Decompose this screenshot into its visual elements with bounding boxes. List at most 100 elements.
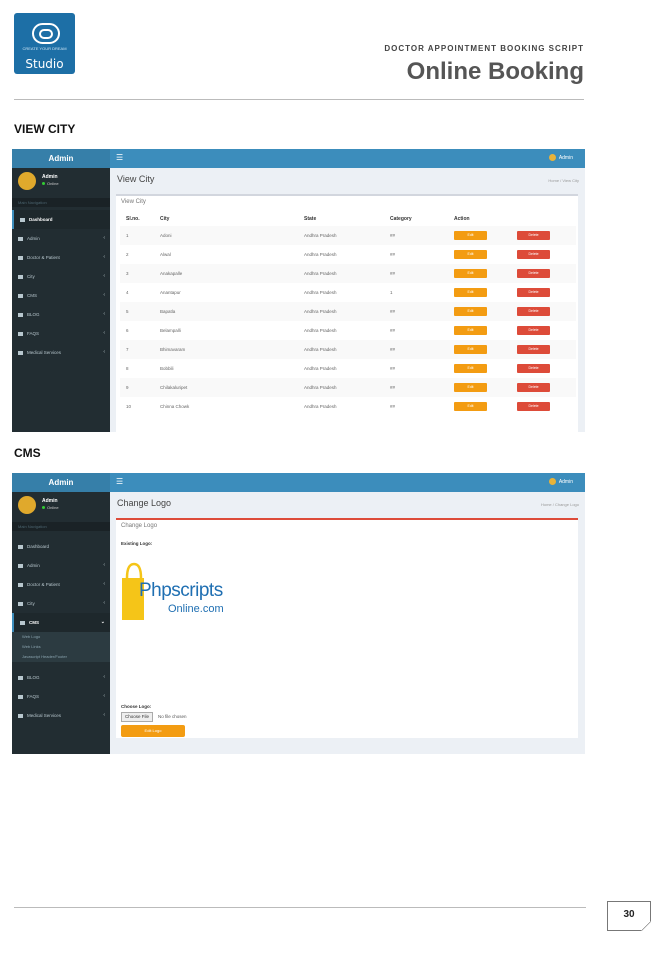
- chevron-left-icon: ‹: [103, 292, 105, 298]
- delete-button[interactable]: Delete: [517, 231, 550, 240]
- folder-icon: [18, 331, 23, 336]
- edit-button[interactable]: Edit: [454, 288, 487, 297]
- edit-button[interactable]: Edit: [454, 364, 487, 373]
- cell-category: ##: [390, 366, 396, 371]
- users-icon: [18, 563, 23, 568]
- sidebar-item-admin[interactable]: Admin ‹: [12, 229, 110, 248]
- edit-button[interactable]: Edit: [454, 307, 487, 316]
- delete-button[interactable]: Delete: [517, 269, 550, 278]
- sidebar-item-doctor-patient[interactable]: Doctor & Patient ‹: [12, 248, 110, 267]
- menu-toggle-icon[interactable]: ☰: [116, 153, 123, 162]
- existing-logo-label: Existing Logo:: [121, 541, 153, 546]
- sidebar-subitem-web-logo[interactable]: Web Logo: [12, 632, 110, 642]
- cell-slno: 2: [126, 252, 129, 257]
- avatar: [18, 172, 36, 190]
- cell-state: Andhra Pradesh: [304, 366, 337, 371]
- sidebar-item-cms[interactable]: CMS ‹: [12, 286, 110, 305]
- chevron-left-icon: ‹: [103, 581, 105, 587]
- nav-header: Main Navigation: [12, 198, 110, 207]
- edit-button[interactable]: Edit: [454, 383, 487, 392]
- folder-icon: [18, 694, 23, 699]
- sidebar-item-dashboard[interactable]: Dashboard: [12, 537, 110, 556]
- edit-button[interactable]: Edit: [454, 402, 487, 411]
- footer-divider: [14, 907, 586, 908]
- delete-button[interactable]: Delete: [517, 383, 550, 392]
- sidebar-item-medical-services[interactable]: Medical Services ‹: [12, 706, 110, 725]
- sidebar-subitem-javascript[interactable]: Javascript Header/Footer: [12, 652, 110, 662]
- sidebar-item-medical-services[interactable]: Medical Services ‹: [12, 343, 110, 362]
- table-header: Sl.no. City State Category Action: [120, 213, 576, 225]
- sidebar-item-doctor-patient[interactable]: Doctor & Patient ‹: [12, 575, 110, 594]
- chevron-left-icon: ‹: [103, 674, 105, 680]
- delete-button[interactable]: Delete: [517, 364, 550, 373]
- chevron-left-icon: ‹: [103, 273, 105, 279]
- cell-city: Chilakaluripet: [160, 385, 188, 390]
- cell-category: ##: [390, 271, 396, 276]
- cell-state: Andhra Pradesh: [304, 233, 337, 238]
- edit-button[interactable]: Edit: [454, 250, 487, 259]
- delete-button[interactable]: Delete: [517, 402, 550, 411]
- sidebar-user-panel: Admin Online: [12, 168, 110, 196]
- edit-button[interactable]: Edit: [454, 269, 487, 278]
- studio-logo: CREATE YOUR DREAM Studio: [14, 13, 75, 74]
- sidebar-item-city[interactable]: City ‹: [12, 594, 110, 613]
- city-table-box: View City Sl.no. City State Category Act…: [116, 194, 578, 432]
- cell-slno: 7: [126, 347, 129, 352]
- sidebar-item-faqs[interactable]: FAQS ‹: [12, 687, 110, 706]
- delete-button[interactable]: Delete: [517, 345, 550, 354]
- content-area: Change Logo Home / Change Logo Change Lo…: [110, 492, 585, 754]
- edit-button[interactable]: Edit: [454, 231, 487, 240]
- header-subtitle: DOCTOR APPOINTMENT BOOKING SCRIPT: [384, 44, 584, 53]
- chevron-left-icon: ‹: [103, 235, 105, 241]
- sidebar-item-faqs[interactable]: FAQS ‹: [12, 324, 110, 343]
- sidebar: Admin Online Main Navigation Dashboard A…: [12, 492, 110, 754]
- delete-button[interactable]: Delete: [517, 288, 550, 297]
- dashboard-icon: [18, 544, 23, 549]
- top-user-menu[interactable]: Admin: [548, 154, 573, 161]
- chevron-left-icon: ‹: [103, 600, 105, 606]
- logo-text: Studio: [25, 57, 64, 71]
- logo-tagline: CREATE YOUR DREAM: [22, 46, 67, 51]
- cell-slno: 8: [126, 366, 129, 371]
- sidebar-item-cms[interactable]: CMS ⌄: [12, 613, 110, 632]
- top-navbar: Admin ☰ Admin: [12, 149, 585, 168]
- edit-logo-button[interactable]: Edit Logo: [121, 725, 185, 737]
- delete-button[interactable]: Delete: [517, 326, 550, 335]
- change-logo-box: Change Logo Existing Logo: Phpscripts On…: [116, 518, 578, 738]
- sidebar-item-blog[interactable]: BLOG ‹: [12, 668, 110, 687]
- sidebar-item-city[interactable]: City ‹: [12, 267, 110, 286]
- table-row: 3 Anakapalle Andhra Pradesh ## Edit Delete: [120, 264, 576, 283]
- cell-slno: 4: [126, 290, 129, 295]
- breadcrumb[interactable]: Home / Change Logo: [541, 502, 579, 507]
- cell-city: Bobbili: [160, 366, 174, 371]
- cell-state: Andhra Pradesh: [304, 385, 337, 390]
- table-row: 5 Bapatla Andhra Pradesh ## Edit Delete: [120, 302, 576, 321]
- sidebar-item-admin[interactable]: Admin ‹: [12, 556, 110, 575]
- admin-brand[interactable]: Admin: [12, 149, 110, 168]
- table-row: 10 Chinna Chowk Andhra Pradesh ## Edit Delete: [120, 397, 576, 416]
- top-navbar: Admin ☰ Admin: [12, 473, 585, 492]
- admin-brand[interactable]: Admin: [12, 473, 110, 492]
- edit-button[interactable]: Edit: [454, 345, 487, 354]
- table-row: 7 Bhimavaram Andhra Pradesh ## Edit Delete: [120, 340, 576, 359]
- delete-button[interactable]: Delete: [517, 307, 550, 316]
- section-heading-cms: CMS: [14, 446, 41, 460]
- menu-toggle-icon[interactable]: ☰: [116, 477, 123, 486]
- table-row: 4 Anantapur Andhra Pradesh 1 Edit Delete: [120, 283, 576, 302]
- sidebar-subitem-web-links[interactable]: Web Links: [12, 642, 110, 652]
- cloud-icon: [32, 23, 60, 44]
- breadcrumb[interactable]: Home / View City: [548, 178, 579, 183]
- choose-file-button[interactable]: Choose File: [121, 712, 154, 722]
- cell-category: ##: [390, 252, 396, 257]
- cell-city: Anantapur: [160, 290, 181, 295]
- folder-icon: [18, 675, 23, 680]
- avatar: [18, 496, 36, 514]
- top-user-menu[interactable]: Admin: [548, 478, 573, 485]
- edit-button[interactable]: Edit: [454, 326, 487, 335]
- sidebar-item-dashboard[interactable]: Dashboard: [12, 210, 110, 229]
- table-row: 8 Bobbili Andhra Pradesh ## Edit Delete: [120, 359, 576, 378]
- sidebar-item-blog[interactable]: BLOG ‹: [12, 305, 110, 324]
- cell-slno: 6: [126, 328, 129, 333]
- page-curl-icon: [641, 921, 651, 931]
- delete-button[interactable]: Delete: [517, 250, 550, 259]
